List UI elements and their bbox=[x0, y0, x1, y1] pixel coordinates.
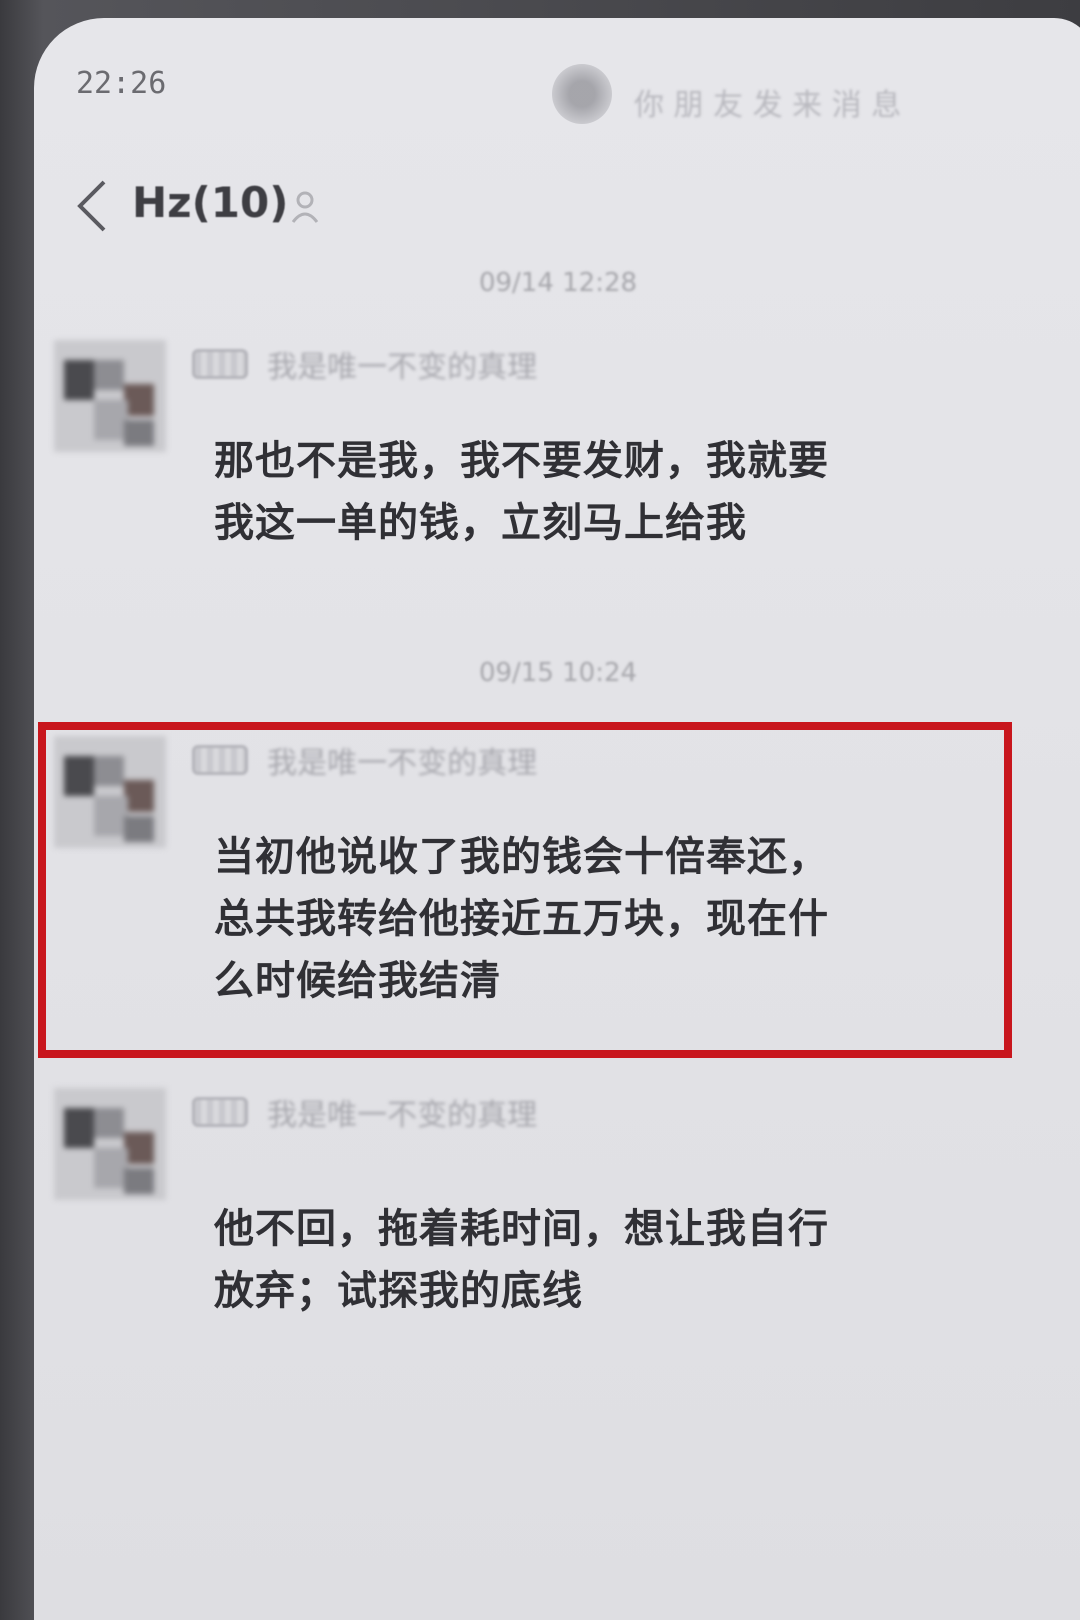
chat-title[interactable]: Hz(10) bbox=[132, 178, 288, 227]
message-line: 他不回，拖着耗时间，想让我自行 bbox=[214, 1206, 829, 1252]
chat-header: Hz(10) bbox=[34, 168, 1080, 248]
message-line: 放弃；试探我的底线 bbox=[214, 1268, 583, 1314]
highlight-annotation-box bbox=[38, 722, 1012, 1058]
message-timestamp: 09/15 10:24 bbox=[478, 658, 638, 688]
sender-name: 我是唯一不变的真理 bbox=[267, 1098, 538, 1133]
message-line: 我这一单的钱，立刻马上给我 bbox=[214, 500, 747, 546]
avatar[interactable] bbox=[54, 340, 166, 452]
notification-app-icon bbox=[552, 64, 612, 124]
message-text[interactable]: 那也不是我，我不要发财，我就要 我这一单的钱，立刻马上给我 bbox=[214, 430, 914, 554]
notification-text: 你 朋 友 发 来 消 息 bbox=[634, 88, 902, 123]
avatar[interactable] bbox=[54, 1088, 166, 1200]
member-badge-icon bbox=[192, 1097, 248, 1127]
message-line: 那也不是我，我不要发财，我就要 bbox=[214, 438, 829, 484]
status-time: 22:26 bbox=[76, 66, 167, 101]
message-text[interactable]: 他不回，拖着耗时间，想让我自行 放弃；试探我的底线 bbox=[214, 1198, 914, 1322]
sender-row: 我是唯一不变的真理 bbox=[192, 1090, 537, 1133]
sender-name: 我是唯一不变的真理 bbox=[267, 350, 538, 385]
status-bar: 22:26 你 朋 友 发 来 消 息 bbox=[34, 18, 1080, 158]
message-timestamp: 09/14 12:28 bbox=[478, 268, 638, 298]
sender-row: 我是唯一不变的真理 bbox=[192, 342, 537, 385]
group-icon bbox=[291, 191, 319, 223]
member-badge-icon bbox=[192, 349, 248, 379]
chevron-left-icon[interactable] bbox=[74, 178, 110, 234]
